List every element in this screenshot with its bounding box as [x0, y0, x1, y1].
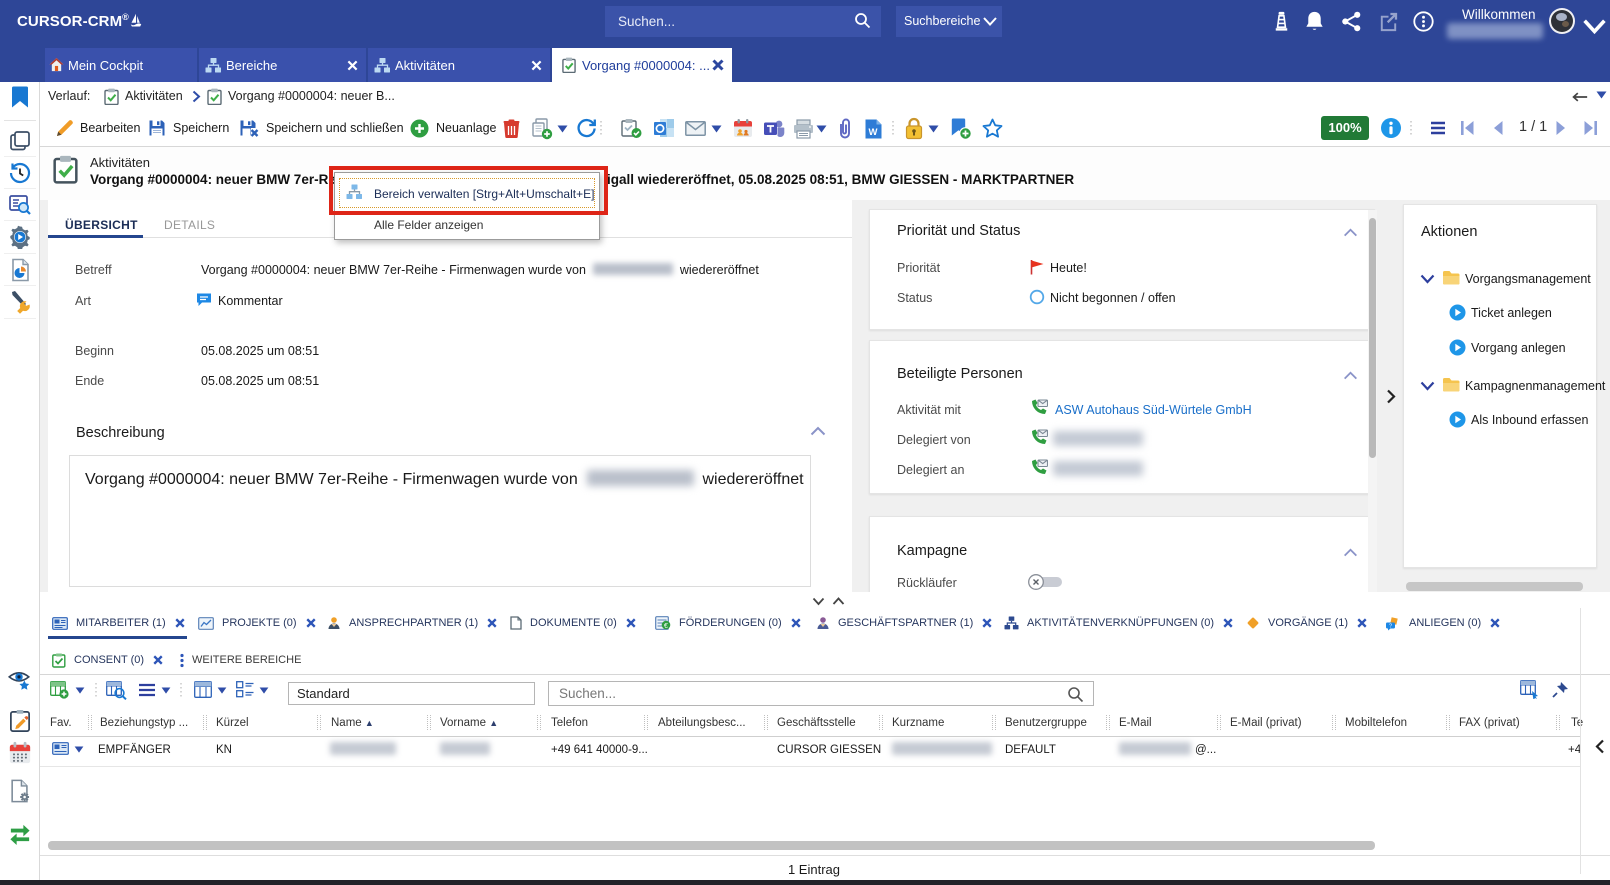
svg-text:€: €	[664, 623, 668, 630]
svg-text:?: ?	[1389, 623, 1392, 629]
svg-text:W: W	[869, 127, 878, 138]
